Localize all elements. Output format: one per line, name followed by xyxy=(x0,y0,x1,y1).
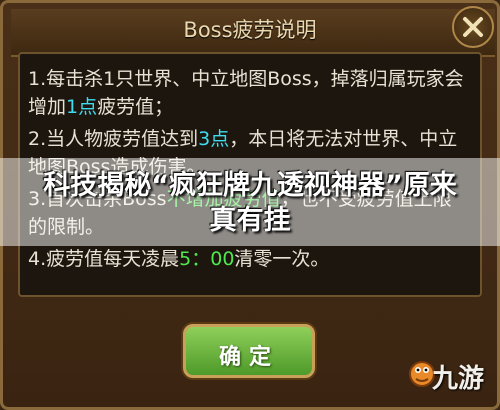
watermark-text: 九游 xyxy=(432,364,485,394)
rule-4-suffix: 清零一次。 xyxy=(234,248,330,270)
rule-2-highlight: 3点 xyxy=(198,128,230,150)
close-button[interactable] xyxy=(452,6,494,48)
confirm-button[interactable]: 确定 xyxy=(183,324,315,378)
overlay-banner-text: 科技揭秘“疯狂牌九透视神器”原来真有挂 xyxy=(43,170,457,236)
rule-1: 1.每击杀1只世界、中立地图Boss，掉落归属玩家会增加1点疲劳值； xyxy=(28,65,468,121)
confirm-button-label: 确定 xyxy=(218,345,279,370)
rule-4-highlight: 5：00 xyxy=(179,248,235,270)
close-icon xyxy=(463,17,483,37)
rule-4-text: 4.疲劳值每天凌晨 xyxy=(28,248,180,270)
rule-1-suffix: 疲劳值； xyxy=(97,96,174,118)
rule-2-text: 2.当人物疲劳值达到 xyxy=(28,128,199,150)
dialog-title: Boss疲劳说明 xyxy=(183,18,317,42)
rule-1-highlight: 1点 xyxy=(66,96,98,118)
rule-4: 4.疲劳值每天凌晨5：00清零一次。 xyxy=(28,245,468,273)
